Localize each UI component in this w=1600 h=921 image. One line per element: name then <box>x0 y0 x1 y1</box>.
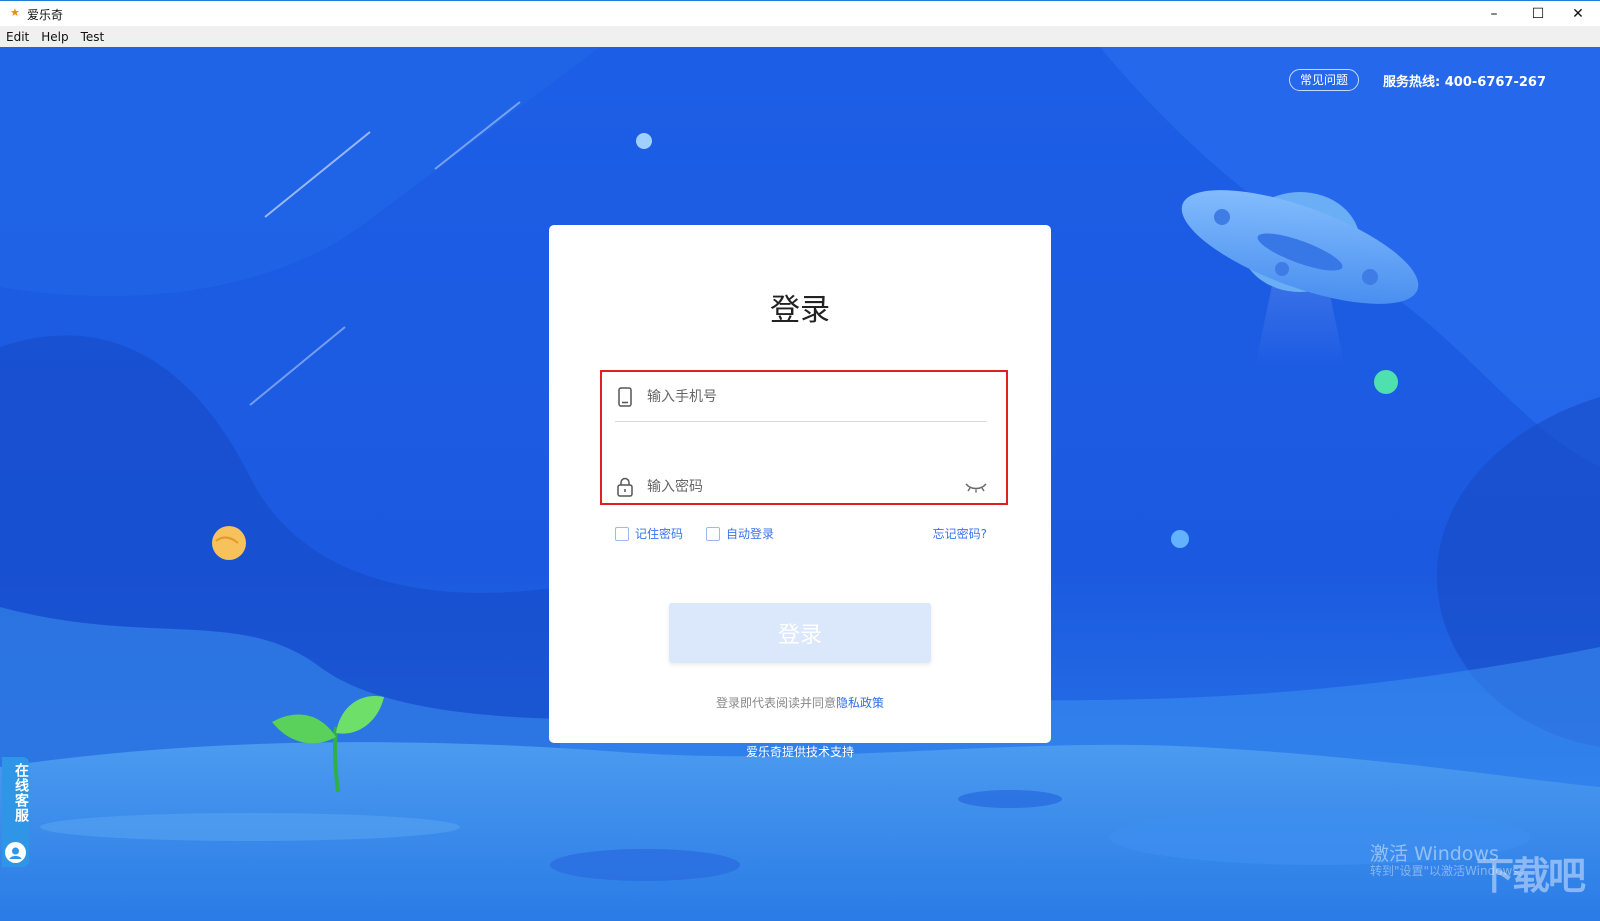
agreement-prefix: 登录即代表阅读并同意 <box>715 696 836 710</box>
agreement-text: 登录即代表阅读并同意隐私政策 <box>549 694 1051 711</box>
maximize-icon: ☐ <box>1531 6 1545 22</box>
eye-closed-icon[interactable] <box>965 480 987 494</box>
site-watermark-logo: 下载吧 <box>1476 854 1586 898</box>
auto-login-label: 自动登录 <box>726 527 775 541</box>
app-logo-icon: ★ <box>10 6 20 19</box>
menu-bar: Edit Help Test <box>0 26 1600 47</box>
window-title: 爱乐奇 <box>27 8 64 22</box>
phone-icon <box>615 386 635 408</box>
faq-button[interactable]: 常见问题 <box>1289 69 1360 91</box>
login-card: 登录 输入手机号 记住密码 自动登录 忘记密码? 登录 登录即代表阅读并同意隐私… <box>549 225 1051 743</box>
privacy-policy-link[interactable]: 隐私政策 <box>836 696 884 710</box>
minimize-icon: – <box>1490 6 1498 22</box>
login-stage: 常见问题 服务热线: 400-6767-267 登录 输入手机号 记住密码 自动… <box>0 47 1600 921</box>
password-field <box>615 463 987 511</box>
close-icon: ✕ <box>1572 6 1584 22</box>
checkbox-icon <box>706 526 720 541</box>
phone-field <box>615 373 987 422</box>
menu-edit[interactable]: Edit <box>0 30 35 44</box>
maximize-button[interactable]: ☐ <box>1516 1 1560 27</box>
online-service-tab[interactable]: 在线客服 <box>2 757 29 867</box>
service-hotline: 服务热线: 400-6767-267 <box>1383 74 1546 90</box>
checkbox-icon <box>615 526 629 541</box>
login-options: 记住密码 自动登录 忘记密码? <box>615 525 987 543</box>
top-links: 常见问题 服务热线: 400-6767-267 <box>1289 69 1546 91</box>
login-button[interactable]: 登录 <box>669 603 931 663</box>
service-avatar-icon <box>5 842 26 863</box>
remember-password-checkbox[interactable]: 记住密码 <box>615 525 683 542</box>
online-service-label: 在线客服 <box>13 763 29 823</box>
close-button[interactable]: ✕ <box>1556 1 1600 27</box>
login-title: 登录 <box>770 293 830 328</box>
phone-input[interactable] <box>645 388 987 406</box>
tech-support-text: 爱乐奇提供技术支持 <box>745 745 854 759</box>
minimize-button[interactable]: – <box>1472 1 1516 27</box>
menu-test[interactable]: Test <box>75 30 111 44</box>
title-bar: ★ 爱乐奇 – ☐ ✕ <box>0 0 1600 26</box>
password-input[interactable] <box>645 478 965 496</box>
remember-password-label: 记住密码 <box>635 527 684 541</box>
menu-help[interactable]: Help <box>35 30 74 44</box>
auto-login-checkbox[interactable]: 自动登录 <box>706 525 774 542</box>
lock-icon <box>615 476 635 498</box>
forgot-password-link[interactable]: 忘记密码? <box>933 525 987 542</box>
